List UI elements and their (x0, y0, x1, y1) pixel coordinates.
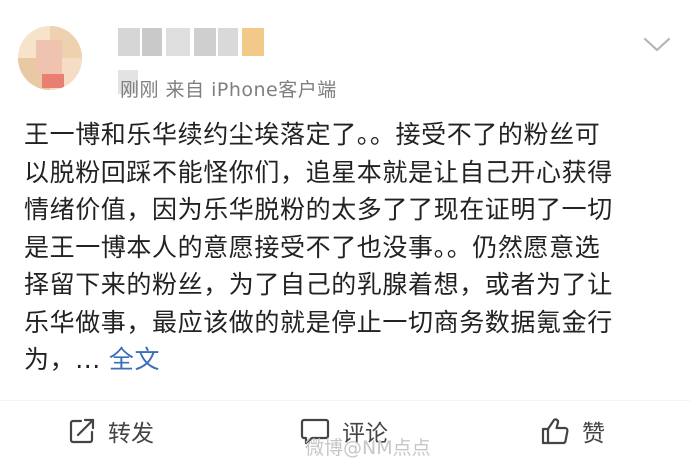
post-meta: 刚刚 来自 iPhone客户端 (120, 79, 337, 101)
post-body-line: 为，... (24, 345, 101, 374)
post-body-line: 王一博和乐华续约尘埃落定了。。接受不了的粉丝可 (24, 120, 601, 149)
repost-button[interactable]: 转发 (68, 414, 154, 448)
like-label: 赞 (582, 421, 605, 447)
repost-label: 转发 (108, 421, 154, 447)
post-body-line: 情绪价值，因为乐华脱粉的太多了了现在证明了一切 (24, 195, 613, 224)
divider (0, 400, 690, 401)
chevron-down-icon[interactable] (642, 34, 672, 54)
post-body-line: 择留下来的粉丝，为了自己的乳腺着想，或者为了让 (24, 270, 613, 299)
weibo-post-card: 刚刚 来自 iPhone客户端 王一博和乐华续约尘埃落定了。。接受不了的粉丝可 … (0, 0, 690, 462)
like-button[interactable]: 赞 (540, 414, 605, 448)
username-blurred[interactable] (118, 28, 264, 56)
watermark: 微博@NM点点 (305, 437, 431, 459)
post-body-line: 乐华做事，最应该做的就是停止一切商务数据氪金行 (24, 307, 613, 337)
post-body-last-line: 为，... 全文 (24, 341, 674, 379)
post-body-line: 以脱粉回踩不能怪你们，追星本就是让自己开心获得 (24, 157, 613, 187)
post-body: 王一博和乐华续约尘埃落定了。。接受不了的粉丝可 以脱粉回踩不能怪你们，追星本就是… (24, 116, 674, 379)
read-more-link[interactable]: 全文 (109, 345, 160, 374)
share-icon (69, 418, 95, 444)
post-body-line: 是王一博本人的意愿接受不了也没事。。仍然愿意选 (24, 232, 601, 262)
avatar[interactable] (18, 26, 82, 90)
thumbs-up-icon (541, 418, 569, 445)
